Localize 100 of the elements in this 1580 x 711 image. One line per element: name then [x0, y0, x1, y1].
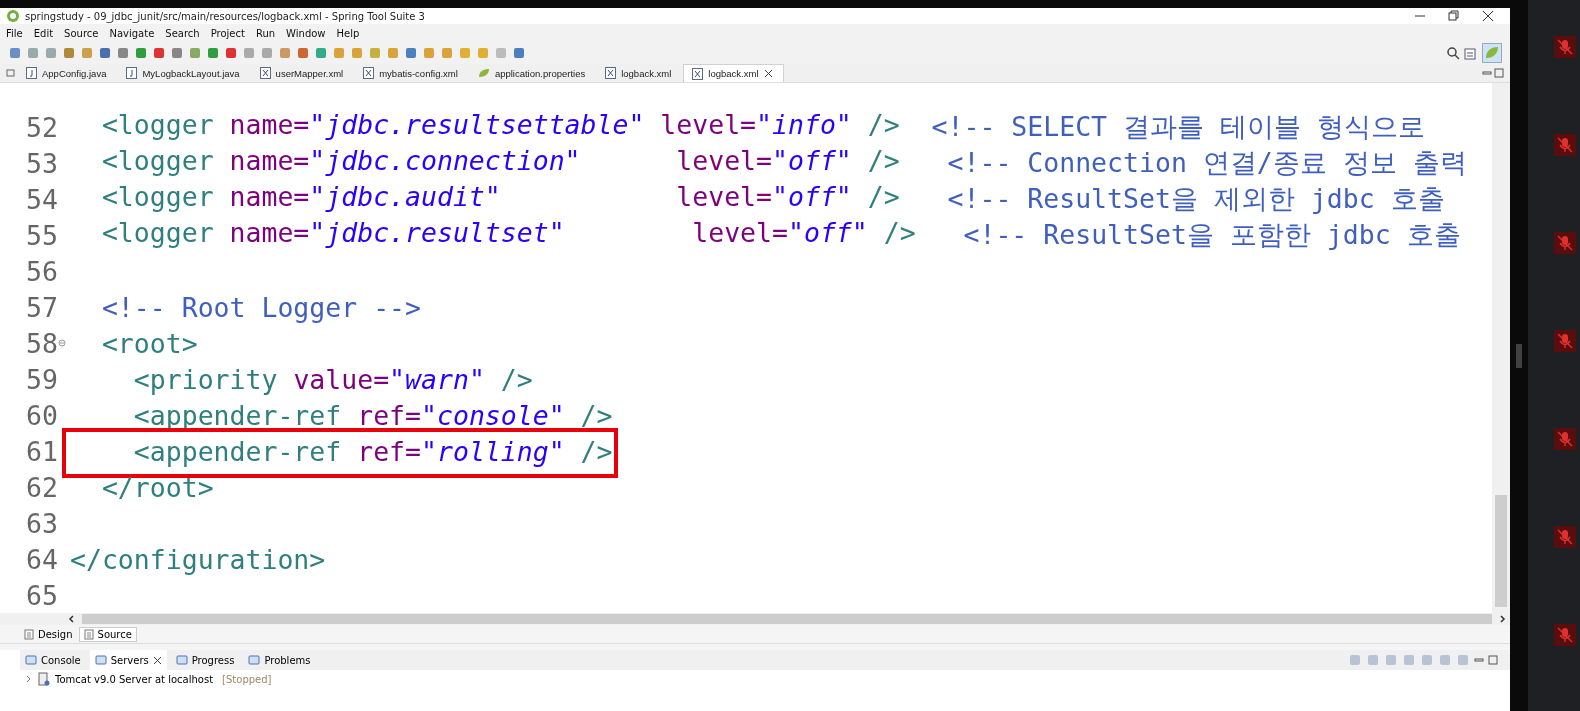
toolbar-icon[interactable] [80, 46, 94, 60]
toolbar-icon[interactable] [116, 46, 130, 60]
panel-toolbar-icon[interactable] [1366, 653, 1380, 667]
maximize-icon[interactable] [1494, 68, 1504, 78]
toolbar-icon[interactable] [278, 46, 292, 60]
java-file-icon [26, 67, 37, 79]
editor-tab[interactable]: application.properties [469, 64, 596, 82]
close-icon[interactable] [1482, 10, 1494, 22]
window-title: springstudy - 09_jdbc_junit/src/main/resources/logback.xml - Spring Tool Suite 3 [25, 10, 425, 22]
panel-toolbar-icon[interactable] [1402, 653, 1416, 667]
menu-item[interactable]: Help [336, 27, 360, 39]
scroll-left-icon[interactable] [68, 615, 76, 623]
view-icon [94, 654, 107, 666]
line-number: 62 [25, 471, 58, 503]
menu-item[interactable]: Edit [33, 27, 54, 39]
views-icon[interactable] [6, 68, 16, 78]
search-icon[interactable] [1446, 46, 1460, 60]
server-name[interactable]: Tomcat v9.0 Server at localhost [55, 673, 214, 685]
code-token: name= [228, 145, 310, 178]
code-token: <logger [100, 181, 214, 214]
expand-icon[interactable] [25, 675, 33, 683]
editor-tab[interactable]: logback.xml [597, 64, 682, 82]
scroll-right-icon[interactable] [1498, 615, 1506, 623]
code-token: level= [659, 109, 757, 142]
toolbar-icon[interactable] [62, 46, 76, 60]
fold-icon[interactable] [58, 339, 66, 347]
editor-tab[interactable]: AppConfig.java [18, 64, 117, 82]
toolbar-icon[interactable] [170, 46, 184, 60]
toolbar-icon[interactable] [206, 46, 220, 60]
menu-item[interactable]: Run [255, 27, 276, 39]
restore-icon[interactable] [1448, 10, 1460, 22]
toolbar-icon[interactable] [386, 46, 400, 60]
server-icon [38, 672, 50, 686]
menu-item[interactable]: Search [165, 27, 200, 39]
toolbar-icon[interactable] [332, 46, 346, 60]
toolbar-icon[interactable] [512, 46, 526, 60]
toolbar-icon[interactable] [314, 46, 328, 60]
code-token: <!-- ResultSet을 제외한 jdbc 호출 [946, 182, 1445, 216]
toolbar-icon[interactable] [404, 46, 418, 60]
minimize-icon[interactable] [1474, 655, 1484, 665]
toolbar-icon[interactable] [260, 46, 274, 60]
line-number: 61 [25, 435, 58, 467]
toolbar-icon[interactable] [224, 46, 238, 60]
line-number: 56 [25, 255, 58, 287]
editor-tab[interactable]: MyLogbackLayout.java [118, 64, 250, 82]
line-number: 65 [25, 579, 58, 611]
toolbar-icon[interactable] [188, 46, 202, 60]
java-file-icon [126, 67, 138, 79]
toolbar-icon[interactable] [296, 46, 310, 60]
panel-toolbar-icon[interactable] [1438, 653, 1452, 667]
line-number: 53 [25, 147, 58, 179]
close-icon[interactable] [152, 655, 162, 665]
toolbar-icon[interactable] [44, 46, 58, 60]
line-number: 58 [25, 327, 58, 359]
horizontal-scrollbar[interactable] [0, 613, 1510, 625]
panel-tab[interactable]: Problems [243, 650, 316, 670]
editor-tab[interactable]: userMapper.xml [251, 64, 354, 82]
toolbar-icon[interactable] [440, 46, 454, 60]
page-icon [83, 628, 94, 640]
code-token: "jdbc.resultset" [309, 217, 565, 250]
drag-handle-icon[interactable] [1516, 343, 1522, 368]
panel-tab[interactable]: Progress [170, 650, 240, 670]
menu-item[interactable]: File [6, 27, 23, 39]
menu-item[interactable]: Project [210, 27, 245, 39]
panel-toolbar-icon[interactable] [1456, 653, 1470, 667]
toolbar-icon[interactable] [98, 46, 112, 60]
vertical-scrollbar[interactable] [1492, 83, 1510, 613]
panel-toolbar-icon[interactable] [1384, 653, 1398, 667]
menu-item[interactable]: Source [64, 27, 99, 39]
panel-toolbar-icon[interactable] [1348, 653, 1362, 667]
toolbar-icon[interactable] [8, 46, 22, 60]
toolbar-icon[interactable] [350, 46, 364, 60]
line-number: 52 [25, 111, 58, 143]
panel-tab[interactable]: Console [20, 650, 86, 670]
editor-tab[interactable]: mybatis-config.xml [355, 64, 468, 82]
editor-tab[interactable]: logback.xml [683, 64, 784, 82]
code-token: "rolling" [421, 435, 565, 467]
maximize-icon[interactable] [1488, 655, 1498, 665]
view-tab[interactable]: Source [78, 626, 137, 642]
close-icon[interactable] [763, 69, 773, 78]
toolbar-icon[interactable] [422, 46, 436, 60]
code-token: <!-- SELECT 결과를 테이블 형식으로 [930, 110, 1425, 144]
toolbar-icon[interactable] [152, 46, 166, 60]
xml-file-icon [363, 67, 375, 79]
code-token: </configuration> [70, 543, 326, 575]
code-token: </root> [100, 471, 214, 503]
view-tab[interactable]: Design [20, 627, 77, 641]
menu-item[interactable]: Window [286, 27, 326, 39]
menu-item[interactable]: Navigate [109, 27, 155, 39]
panel-toolbar-icon[interactable] [1420, 653, 1434, 667]
code-token: level= [691, 217, 788, 250]
minimize-icon[interactable] [1482, 68, 1492, 78]
leaf-icon [477, 67, 490, 79]
toolbar-icon[interactable] [242, 46, 256, 60]
leaf-icon[interactable] [1482, 43, 1502, 63]
view-icon [248, 654, 261, 666]
panel-tab[interactable]: Servers [89, 650, 167, 670]
toolbar-icon[interactable] [368, 46, 382, 60]
toolbar-icon[interactable] [26, 46, 40, 60]
toolbar-icon[interactable] [134, 46, 148, 60]
